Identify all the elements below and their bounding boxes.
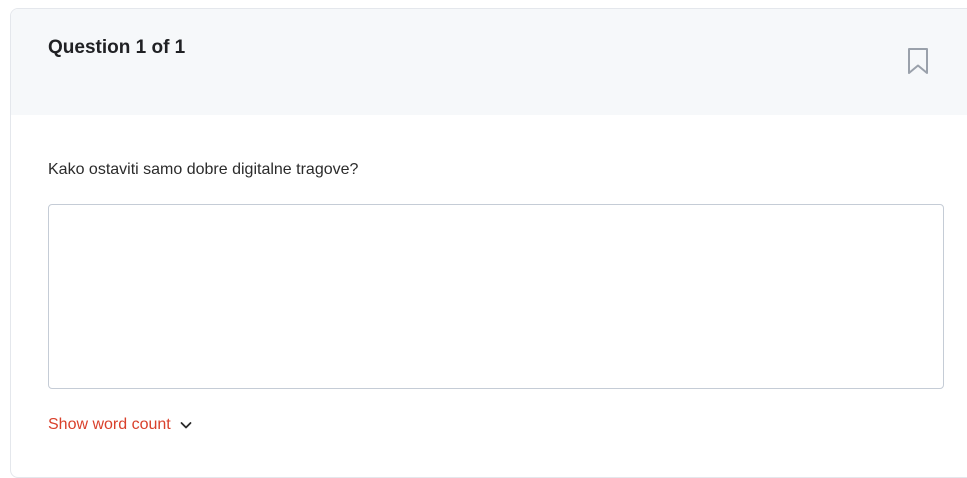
show-word-count-toggle[interactable]: Show word count	[48, 415, 193, 435]
bookmark-icon	[908, 48, 928, 74]
question-text: Kako ostaviti samo dobre digitalne trago…	[48, 161, 359, 178]
question-card: Question 1 of 1 Kako ostaviti samo dobre…	[10, 8, 967, 478]
show-word-count-label: Show word count	[48, 416, 171, 433]
question-title: Question 1 of 1	[48, 37, 186, 58]
chevron-down-icon	[180, 422, 192, 429]
answer-textarea[interactable]	[48, 204, 944, 389]
bookmark-button[interactable]	[905, 47, 931, 75]
question-header: Question 1 of 1	[11, 9, 967, 115]
